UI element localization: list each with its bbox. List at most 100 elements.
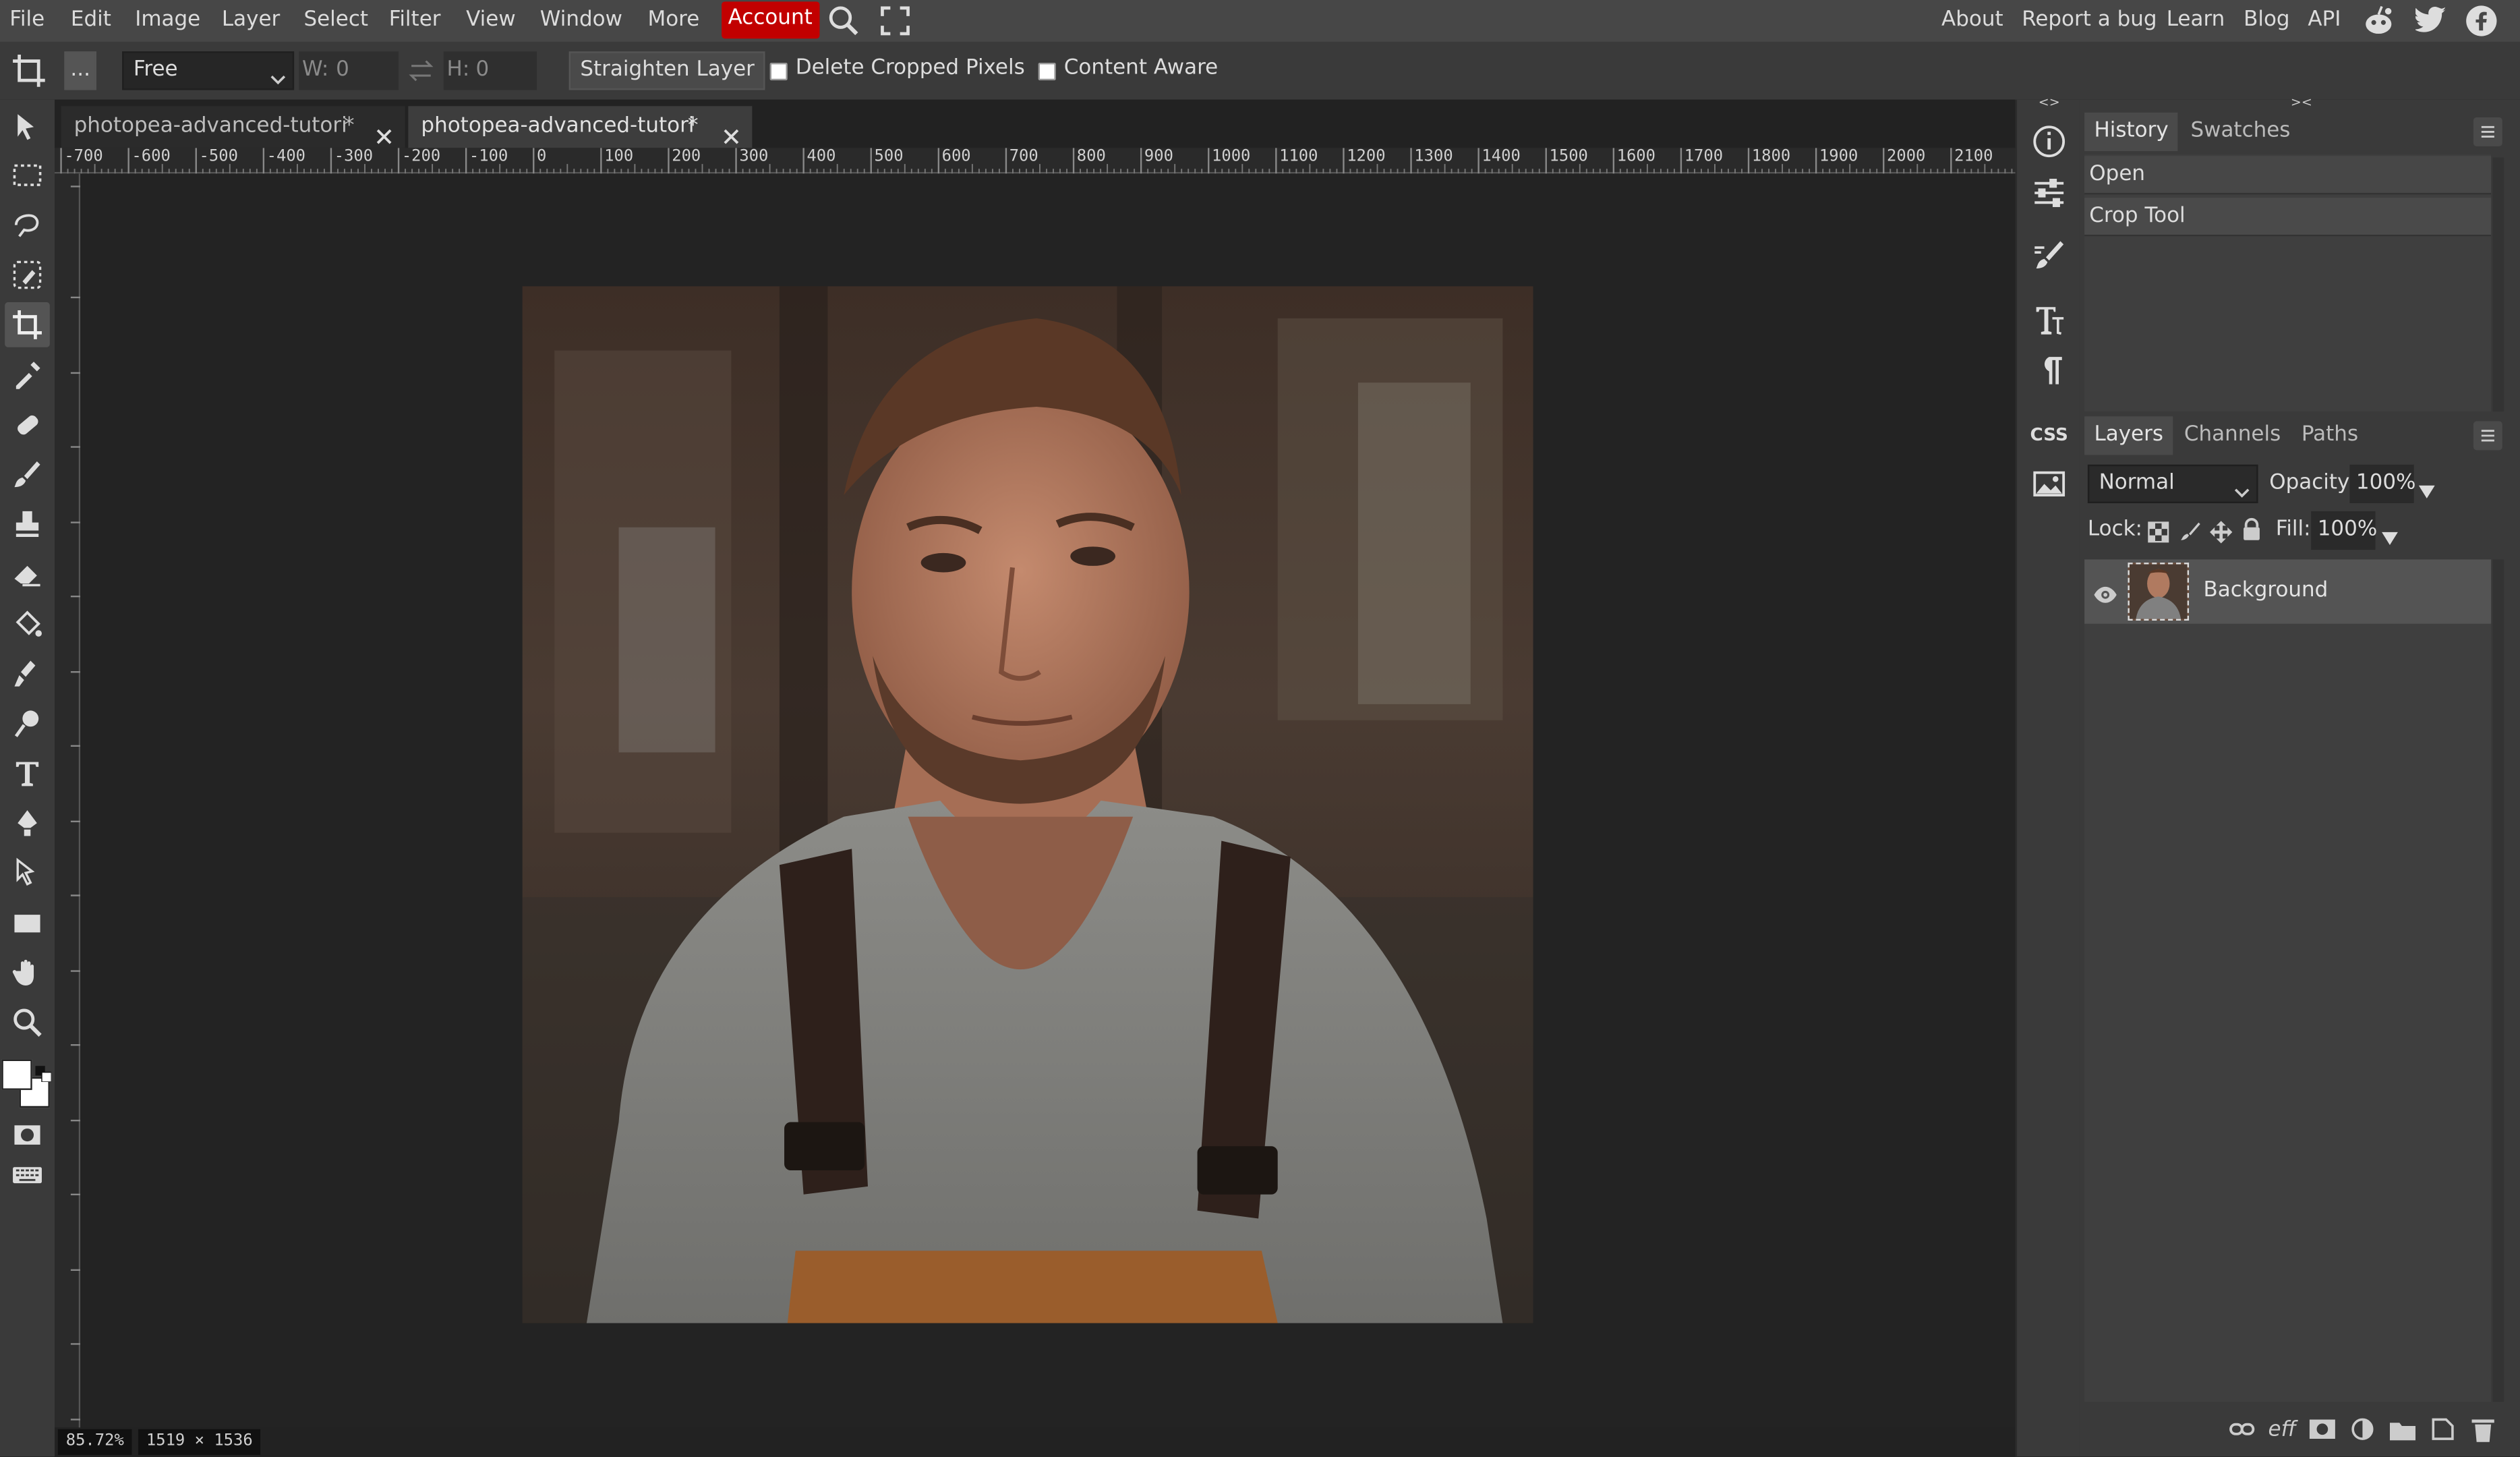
move-tool-icon[interactable] [5, 105, 50, 150]
eraser-tool-icon[interactable] [5, 551, 50, 596]
preset-more-button[interactable]: ... [64, 51, 96, 90]
adjustments-icon[interactable] [2025, 169, 2073, 217]
lock-position-icon[interactable] [2210, 519, 2233, 544]
blog-link[interactable]: Blog [2244, 0, 2290, 42]
default-colors-icon[interactable] [35, 1058, 52, 1083]
menu-filter[interactable]: Filter [389, 0, 441, 42]
close-icon[interactable] [376, 119, 392, 144]
ruler-label: 1800 [1751, 148, 1791, 166]
rectangle-tool-icon[interactable] [5, 901, 50, 946]
crop-tool-button-icon[interactable] [5, 302, 50, 347]
tab-channels[interactable]: Channels [2175, 416, 2291, 455]
lock-pixels-icon[interactable] [2179, 519, 2202, 542]
lock-transparency-icon[interactable] [2147, 519, 2169, 543]
blend-mode-select[interactable]: Normal [2087, 464, 2258, 503]
swap-icon[interactable] [408, 58, 434, 84]
opacity-dropdown-icon[interactable] [2418, 476, 2435, 498]
doc-tab-2[interactable]: photopea-advanced-tutori * [408, 106, 753, 148]
link-icon[interactable] [2227, 1415, 2256, 1444]
menu-edit[interactable]: Edit [71, 0, 111, 42]
menu-more[interactable]: More [647, 0, 699, 42]
report-bug-link[interactable]: Report a bug [2022, 0, 2157, 42]
keyboard-icon[interactable] [5, 1153, 50, 1198]
folder-icon[interactable] [2389, 1415, 2418, 1444]
menu-layer[interactable]: Layer [222, 0, 280, 42]
dodge-tool-icon[interactable] [5, 701, 50, 746]
new-layer-icon[interactable] [2428, 1415, 2457, 1444]
paint-bucket-tool-icon[interactable] [5, 601, 50, 646]
zoom-level[interactable]: 85.72% [57, 1429, 132, 1455]
content-aware-checkbox[interactable] [1038, 62, 1056, 81]
smudge-tool-icon[interactable] [5, 651, 50, 696]
history-entry-crop[interactable]: Crop Tool [2084, 198, 2492, 237]
search-icon[interactable] [826, 5, 861, 37]
menu-view[interactable]: View [466, 0, 516, 42]
zoom-tool-icon[interactable] [5, 1000, 50, 1045]
fullscreen-icon[interactable] [881, 6, 910, 36]
reddit-icon[interactable] [2361, 5, 2396, 37]
layers-scrollbar[interactable] [2492, 559, 2504, 1402]
menu-select[interactable]: Select [303, 0, 368, 42]
fill-dropdown-icon[interactable] [2382, 523, 2398, 545]
eyedropper-tool-icon[interactable] [5, 352, 50, 397]
mask-icon[interactable] [2308, 1415, 2337, 1444]
learn-link[interactable]: Learn [2167, 0, 2225, 42]
type-tool-icon[interactable] [5, 751, 50, 796]
layers-panel: Layers Channels Paths Normal Opacity: 10… [2080, 416, 2520, 1456]
healing-brush-tool-icon[interactable] [5, 402, 50, 447]
clone-stamp-tool-icon[interactable] [5, 502, 50, 547]
quick-mask-icon[interactable] [5, 1112, 50, 1158]
menu-image[interactable]: Image [135, 0, 200, 42]
history-scrollbar[interactable] [2492, 157, 2504, 412]
straighten-layer-button[interactable]: Straighten Layer [568, 51, 766, 90]
canvas-image-photo[interactable] [522, 286, 1533, 1323]
css-icon[interactable]: CSS [2025, 410, 2073, 458]
character-icon[interactable] [2025, 296, 2073, 344]
menu-file[interactable]: File [9, 0, 45, 42]
tab-paths[interactable]: Paths [2292, 416, 2368, 455]
menu-window[interactable]: Window [540, 0, 622, 42]
layers-menu-icon[interactable] [2473, 421, 2502, 451]
delete-cropped-checkbox[interactable] [769, 62, 788, 81]
eye-icon[interactable] [2092, 580, 2118, 603]
lasso-tool-icon[interactable] [5, 202, 50, 248]
tab-history[interactable]: History [2084, 112, 2178, 152]
fill-input[interactable]: 100% [2311, 511, 2377, 550]
history-menu-icon[interactable] [2473, 117, 2502, 146]
facebook-icon[interactable] [2465, 5, 2498, 37]
about-link[interactable]: About [1941, 0, 2003, 42]
marquee-tool-icon[interactable] [5, 152, 50, 198]
trash-icon[interactable] [2469, 1415, 2498, 1444]
image-icon[interactable] [2025, 460, 2073, 508]
twitter-icon[interactable] [2413, 7, 2448, 36]
height-field[interactable]: H: 0 [443, 51, 537, 90]
layer-row[interactable]: Background [2084, 559, 2492, 624]
collapse-left-icon[interactable]: <> [2033, 96, 2065, 109]
quick-select-tool-icon[interactable] [5, 252, 50, 297]
effects-icon[interactable]: eff [2268, 1415, 2297, 1444]
tab-swatches[interactable]: Swatches [2181, 113, 2300, 151]
width-field[interactable]: W: 0 [299, 51, 399, 90]
adjustment-icon[interactable] [2348, 1415, 2377, 1444]
tab-layers[interactable]: Layers [2084, 416, 2173, 455]
account-button[interactable]: Account [722, 1, 819, 39]
paragraph-icon[interactable] [2025, 345, 2073, 393]
history-entry-open[interactable]: Open [2084, 156, 2492, 195]
api-link[interactable]: API [2308, 0, 2341, 42]
collapse-right-icon[interactable]: >< [2285, 96, 2318, 109]
color-swatches[interactable] [0, 1058, 55, 1109]
info-icon[interactable] [2025, 117, 2073, 165]
close-icon[interactable] [723, 119, 739, 144]
brush-tool-icon[interactable] [5, 452, 50, 497]
doc-tab-1[interactable]: photopea-advanced-tutori * [61, 106, 405, 148]
ruler-label: -600 [131, 148, 171, 166]
foreground-color-swatch[interactable] [1, 1059, 32, 1090]
hand-tool-icon[interactable] [5, 950, 50, 996]
opacity-input[interactable]: 100% [2349, 464, 2416, 503]
ruler-label: 1100 [1279, 148, 1318, 166]
brush-settings-icon[interactable] [2025, 231, 2073, 279]
lock-all-icon[interactable] [2240, 517, 2262, 542]
path-select-tool-icon[interactable] [5, 851, 50, 896]
ratio-select[interactable]: Free [122, 51, 295, 90]
pen-tool-icon[interactable] [5, 801, 50, 846]
